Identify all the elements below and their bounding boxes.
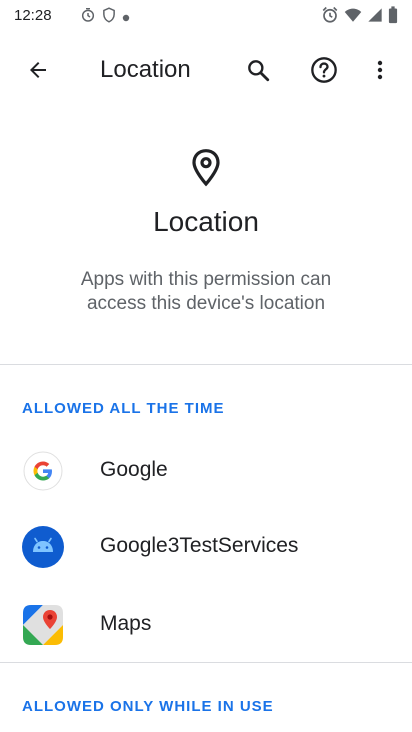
signal-icon xyxy=(367,7,383,28)
app-label: Google3TestServices xyxy=(100,534,299,557)
alarm-icon xyxy=(321,6,339,29)
permission-title: Location xyxy=(153,206,259,237)
app-label: Google xyxy=(100,458,168,481)
app-row-google[interactable]: Google xyxy=(0,432,412,508)
location-pin-icon xyxy=(190,148,222,193)
back-button[interactable] xyxy=(16,50,60,94)
google-icon xyxy=(22,450,64,492)
arrow-back-icon xyxy=(26,58,50,87)
app-row-google3testservices[interactable]: Google3TestServices xyxy=(0,508,412,584)
more-vert-icon xyxy=(368,58,392,87)
maps-icon xyxy=(22,604,64,646)
app-row-maps[interactable]: Maps xyxy=(0,586,412,662)
help-button[interactable] xyxy=(300,48,348,96)
android-icon xyxy=(22,526,64,568)
shield-icon xyxy=(102,7,116,28)
app-bar: Location xyxy=(0,40,412,104)
wifi-icon xyxy=(344,6,362,29)
timer-icon xyxy=(80,7,96,28)
status-left-icons xyxy=(80,7,130,28)
battery-icon xyxy=(388,6,398,29)
section-header-allowed-all-time: ALLOWED ALL THE TIME xyxy=(22,400,225,417)
divider xyxy=(0,364,412,365)
search-button[interactable] xyxy=(236,50,280,94)
section-header-allowed-while-in-use: ALLOWED ONLY WHILE IN USE xyxy=(22,698,274,715)
page-title: Location xyxy=(100,56,191,83)
help-icon xyxy=(310,56,338,89)
status-bar: 12:28 xyxy=(0,0,412,32)
status-time: 12:28 xyxy=(14,7,52,24)
app-label: Maps xyxy=(100,612,152,635)
divider xyxy=(0,662,412,663)
status-right-icons xyxy=(321,6,398,29)
dot-icon xyxy=(122,9,130,27)
more-options-button[interactable] xyxy=(358,50,402,94)
search-icon xyxy=(245,57,271,88)
permission-description: Apps with this permission can access thi… xyxy=(80,269,332,314)
